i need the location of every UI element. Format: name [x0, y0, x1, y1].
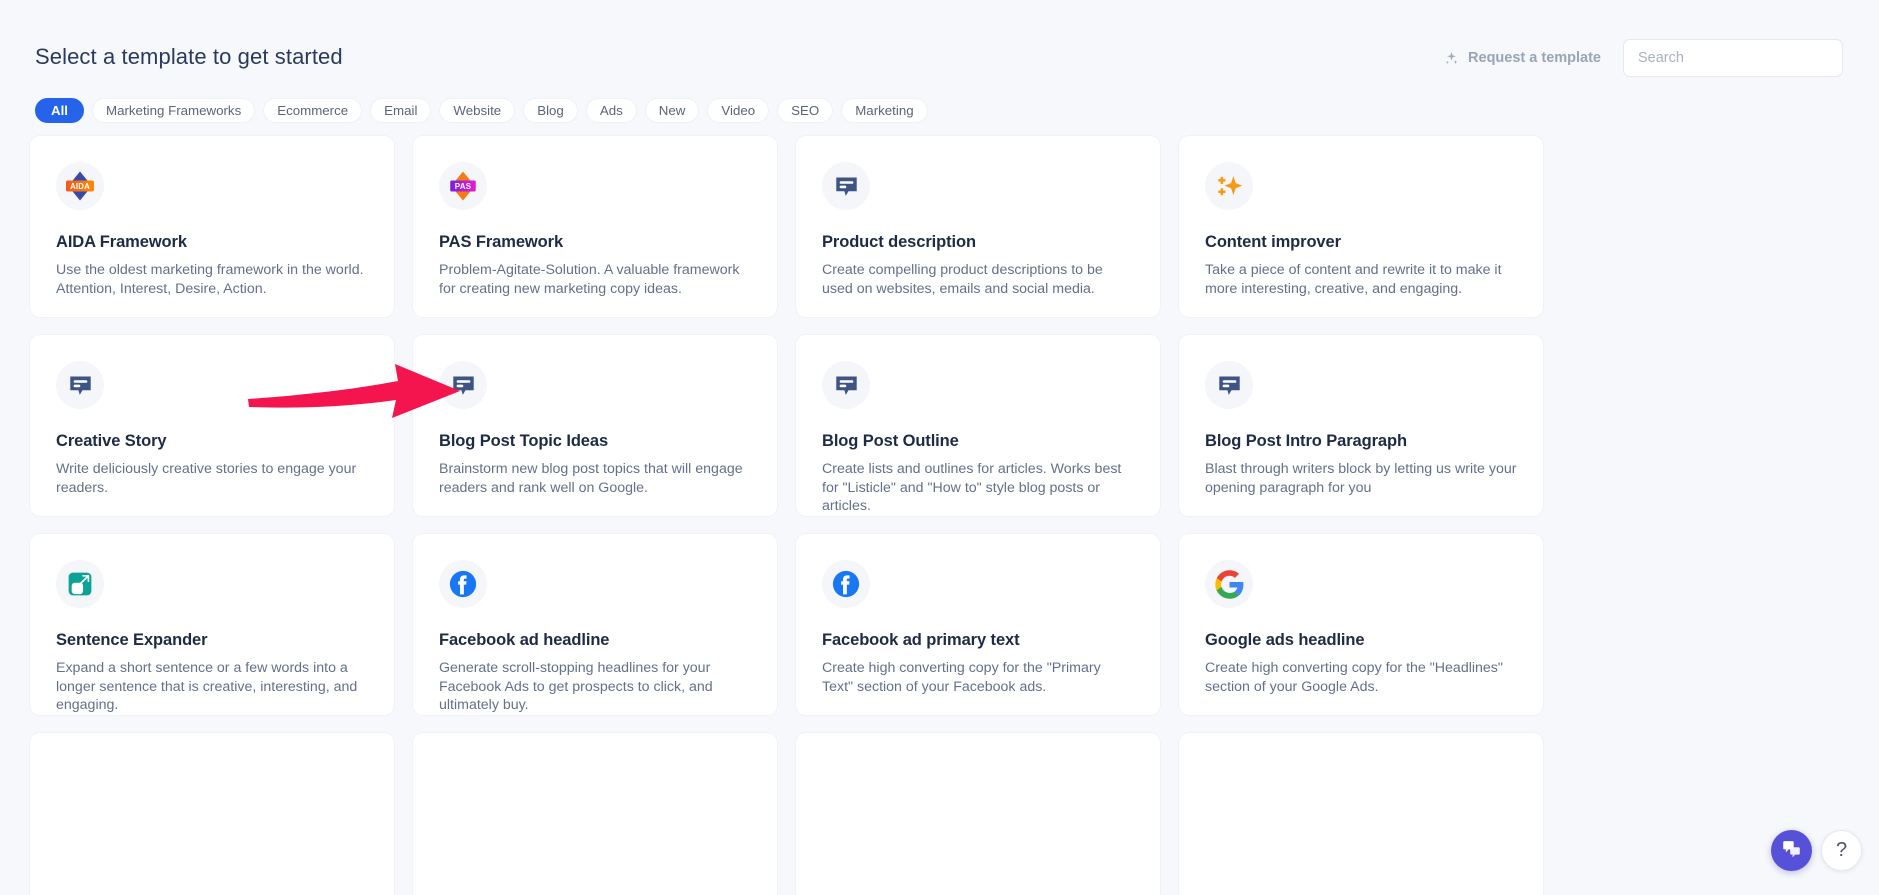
expand-square-icon — [56, 560, 104, 608]
template-description: Problem-Agitate-Solution. A valuable fra… — [439, 262, 740, 297]
template-card[interactable]: Facebook ad primary text Create high conv… — [796, 534, 1160, 715]
template-card[interactable]: AIDA AIDA Framework Use the oldest market… — [30, 136, 394, 317]
template-card[interactable]: Blog Post Intro Paragraph Blast through w… — [1179, 335, 1543, 516]
template-title: Blog Post Outline — [822, 432, 959, 450]
speech-bubble-icon — [822, 361, 870, 409]
speech-bubble-icon — [56, 361, 104, 409]
template-title: Google ads headline — [1205, 631, 1365, 649]
svg-text:PAS: PAS — [455, 182, 472, 191]
speech-bubble-icon — [822, 162, 870, 210]
aida-badge-icon: AIDA — [56, 162, 104, 210]
template-title: Facebook ad primary text — [822, 631, 1020, 649]
filter-chip-ads[interactable]: Ads — [585, 98, 637, 123]
template-card[interactable] — [1179, 733, 1543, 895]
filter-chip-video[interactable]: Video — [707, 98, 770, 123]
template-description: Blast through writers block by letting u… — [1205, 461, 1517, 496]
template-grid: AIDA AIDA Framework Use the oldest market… — [30, 136, 1849, 895]
template-title: Blog Post Intro Paragraph — [1205, 432, 1407, 450]
template-description: Brainstorm new blog post topics that wil… — [439, 461, 743, 496]
template-title: Facebook ad headline — [439, 631, 610, 649]
template-title: Content improver — [1205, 233, 1341, 251]
request-template-button[interactable]: Request a template — [1444, 50, 1601, 66]
template-card[interactable]: Creative Story Write deliciously creative… — [30, 335, 394, 516]
template-title: Creative Story — [56, 432, 167, 450]
template-title: Sentence Expander — [56, 631, 208, 649]
speech-bubble-icon — [1205, 361, 1253, 409]
template-description: Generate scroll-stopping headlines for y… — [439, 660, 713, 713]
template-card[interactable] — [796, 733, 1160, 895]
filter-chip-marketing-frameworks[interactable]: Marketing Frameworks — [92, 98, 256, 123]
filter-chip-ecommerce[interactable]: Ecommerce — [263, 98, 363, 123]
filter-chip-email[interactable]: Email — [370, 98, 432, 123]
facebook-icon — [822, 560, 870, 608]
header-actions: Request a template — [1444, 39, 1843, 77]
template-card[interactable]: Google ads headline Create high convertin… — [1179, 534, 1543, 715]
filter-chip-bar: All Marketing Frameworks Ecommerce Email Web… — [35, 98, 928, 123]
chat-widget-button[interactable] — [1771, 830, 1812, 871]
filter-chip-website[interactable]: Website — [439, 98, 516, 123]
svg-text:AIDA: AIDA — [70, 182, 90, 191]
template-description: Expand a short sentence or a few words i… — [56, 660, 358, 713]
page-title: Select a template to get started — [35, 44, 343, 69]
filter-chip-all[interactable]: All — [35, 98, 84, 123]
filter-chip-marketing[interactable]: Marketing — [841, 98, 928, 123]
template-card[interactable]: Blog Post Topic Ideas Brainstorm new blog… — [413, 335, 777, 516]
template-card[interactable]: Product description Create compelling pro… — [796, 136, 1160, 317]
chat-bubbles-icon — [1781, 838, 1802, 864]
template-card[interactable]: PAS PAS Framework Problem-Agitate-Solutio… — [413, 136, 777, 317]
sparkle-icon — [1444, 51, 1459, 66]
template-card[interactable] — [413, 733, 777, 895]
template-card[interactable] — [30, 733, 394, 895]
sparkle-stars-icon — [1205, 162, 1253, 210]
template-description: Use the oldest marketing framework in th… — [56, 262, 364, 297]
template-gallery-page: Select a template to get started Request… — [0, 0, 1879, 895]
google-icon — [1205, 560, 1253, 608]
help-button[interactable]: ? — [1821, 830, 1862, 871]
filter-chip-seo[interactable]: SEO — [777, 98, 834, 123]
template-title: Blog Post Topic Ideas — [439, 432, 609, 450]
pas-badge-icon: PAS — [439, 162, 487, 210]
template-title: Product description — [822, 233, 976, 251]
filter-chip-new[interactable]: New — [644, 98, 700, 123]
template-description: Create high converting copy for the "Hea… — [1205, 660, 1503, 695]
template-description: Create compelling product descriptions t… — [822, 262, 1103, 297]
speech-bubble-icon — [439, 361, 487, 409]
search-input[interactable] — [1623, 39, 1843, 77]
template-description: Write deliciously creative stories to en… — [56, 461, 357, 496]
template-description: Create lists and outlines for articles. … — [822, 461, 1122, 514]
template-card[interactable]: Facebook ad headline Generate scroll-stop… — [413, 534, 777, 715]
template-description: Take a piece of content and rewrite it t… — [1205, 262, 1502, 297]
template-card[interactable]: Blog Post Outline Create lists and outlin… — [796, 335, 1160, 516]
template-title: PAS Framework — [439, 233, 564, 251]
page-header: Select a template to get started Request… — [0, 39, 1879, 88]
template-title: AIDA Framework — [56, 233, 187, 251]
question-mark-icon: ? — [1835, 839, 1848, 861]
facebook-icon — [439, 560, 487, 608]
template-card[interactable]: Content improver Take a piece of content … — [1179, 136, 1543, 317]
filter-chip-blog[interactable]: Blog — [523, 98, 578, 123]
template-card[interactable]: Sentence Expander Expand a short sentence… — [30, 534, 394, 715]
request-template-label: Request a template — [1468, 50, 1601, 66]
template-description: Create high converting copy for the "Pri… — [822, 660, 1101, 695]
